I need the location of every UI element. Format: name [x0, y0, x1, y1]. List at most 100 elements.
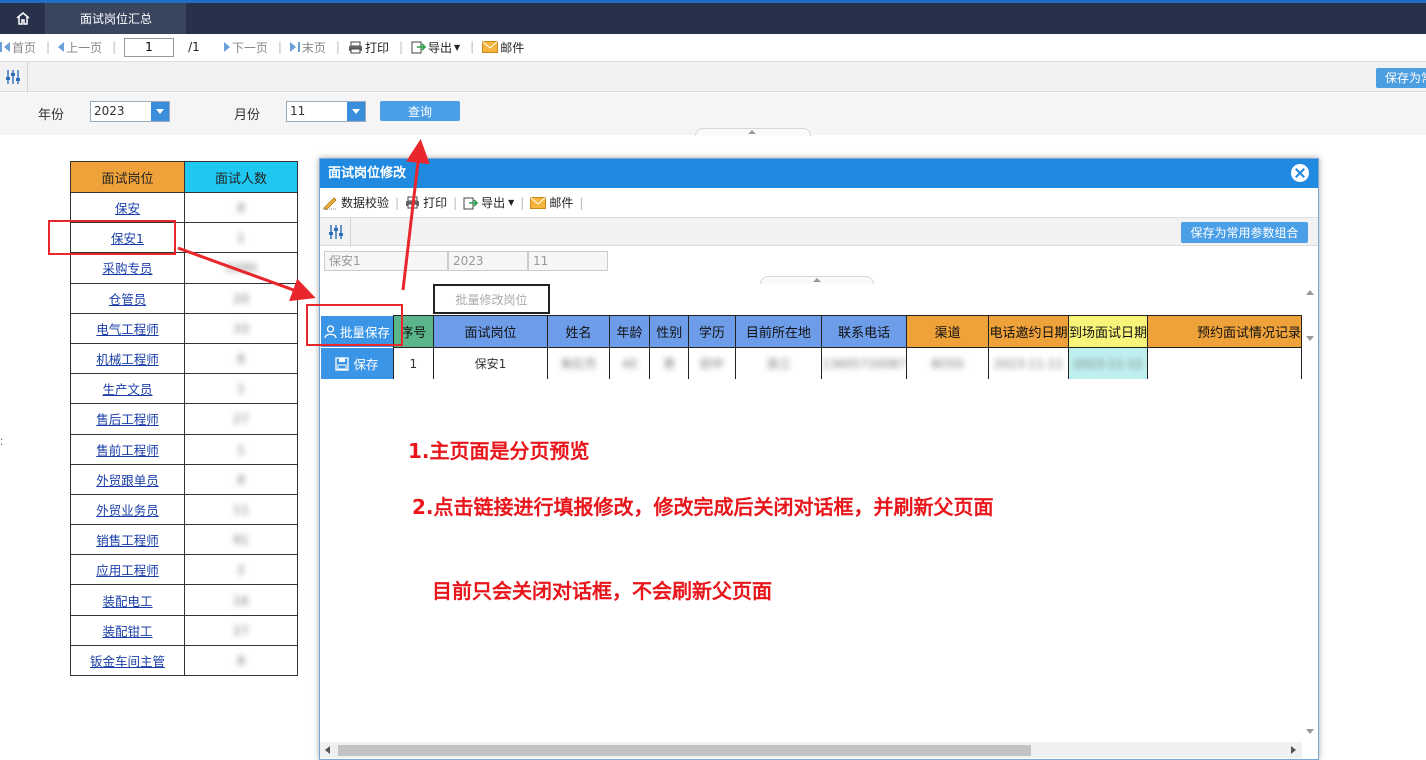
year-select[interactable]: 2023	[90, 101, 170, 122]
position-link[interactable]: 保安	[115, 201, 140, 216]
batch-change-position-button[interactable]: 批量修改岗位	[433, 284, 550, 314]
data-grid: 序号 面试岗位 姓名 年龄 性别 学历 目前所在地 联系电话 渠道 电话邀约日期 到场面试日期 预约面…	[393, 315, 1302, 379]
count-cell: 8	[184, 644, 298, 677]
annotation-line-1: 1.主页面是分页预览	[408, 439, 590, 463]
first-page-icon	[0, 42, 2, 52]
grid-cell[interactable]: 13605720087	[821, 347, 908, 379]
print-button[interactable]: 打印	[348, 39, 389, 56]
position-link[interactable]: 外贸业务员	[96, 503, 159, 518]
count-value: 8	[237, 351, 245, 367]
month-select[interactable]: 11	[286, 101, 366, 122]
chevron-down-icon[interactable]	[151, 102, 169, 121]
position-cell: 售前工程师	[70, 433, 185, 465]
count-value: 1	[237, 230, 245, 246]
dialog-print-button[interactable]: 打印	[405, 194, 447, 211]
position-link[interactable]: 钣金车间主管	[90, 654, 165, 669]
grid-cell[interactable]: 2023-11-11	[988, 347, 1070, 379]
query-button[interactable]: 查询	[380, 101, 460, 121]
first-page-button[interactable]: 首页	[0, 39, 36, 56]
print-label: 打印	[364, 40, 389, 55]
position-link[interactable]: 销售工程师	[96, 533, 159, 548]
prev-page-button[interactable]: 上一页	[58, 39, 102, 56]
param-month: 11	[528, 251, 608, 271]
year-value: 2023	[94, 104, 125, 118]
col-header-position: 面试岗位	[70, 161, 185, 193]
count-cell: 8	[184, 342, 298, 375]
count-value: 11	[233, 501, 249, 517]
table-row: 售后工程师 27	[70, 403, 298, 435]
validate-button[interactable]: 数据校验	[322, 194, 389, 211]
export-button[interactable]: 导出 ▼	[411, 39, 460, 56]
grid-cell-value: BOSS	[931, 356, 964, 371]
grid-cell[interactable]: 朱红杰	[547, 347, 610, 379]
count-value: 8	[237, 652, 245, 668]
count-value: 8	[237, 200, 245, 216]
grid-cell[interactable]: 40	[608, 347, 651, 379]
grid-cell[interactable]: BOSS	[906, 347, 990, 379]
position-cell: 外贸跟单员	[70, 463, 185, 495]
page-number-input[interactable]	[124, 37, 175, 57]
count-cell: 27	[184, 614, 298, 646]
count-cell: 1	[184, 222, 298, 254]
position-cell: 机械工程师	[70, 342, 185, 375]
table-row: 装配钳工 27	[70, 614, 298, 646]
dialog-collapse-handle[interactable]	[760, 276, 874, 284]
table-row: 机械工程师 8	[70, 342, 298, 375]
printer-icon	[348, 41, 362, 53]
table-row: 仓管员 20	[70, 282, 298, 314]
grid-cell[interactable]: 2023-11-12	[1068, 347, 1149, 379]
last-page-button[interactable]: 末页	[289, 39, 326, 56]
edge-handle: · ·	[0, 435, 4, 451]
mail-button[interactable]: 邮件	[482, 39, 524, 56]
row-save-button[interactable]: 保存	[321, 348, 393, 379]
dialog-mail-button[interactable]: 邮件	[530, 194, 573, 211]
count-cell: 91	[184, 524, 298, 556]
settings-slider-icon[interactable]	[327, 223, 345, 241]
tab-interview-summary[interactable]: 面试岗位汇总	[46, 3, 186, 34]
settings-slider-icon[interactable]	[4, 68, 22, 86]
count-value: 5090	[225, 260, 257, 276]
prev-page-icon	[58, 42, 65, 52]
count-cell: 27	[184, 403, 298, 435]
chevron-down-icon[interactable]	[347, 102, 365, 121]
count-cell: 11	[184, 493, 298, 526]
pager-toolbar: 首页 | 上一页 | /1 下一页 | 末页 | 打印 | 导出 ▼ | 邮件	[0, 34, 1426, 60]
grid-cell[interactable]: 初中	[688, 347, 736, 379]
grid-cell[interactable]: 男	[649, 347, 690, 379]
position-link[interactable]: 电气工程师	[96, 322, 159, 337]
table-row: 采购专员 5090	[70, 252, 298, 284]
save-param-combo-button[interactable]: 保存为常	[1376, 68, 1426, 88]
position-link[interactable]: 售前工程师	[96, 443, 159, 458]
horizontal-scrollbar[interactable]	[320, 742, 1302, 758]
position-link[interactable]: 采购专员	[102, 261, 152, 276]
position-link[interactable]: 机械工程师	[96, 352, 159, 367]
table-row: 外贸业务员 11	[70, 493, 298, 526]
grid-cell: 1	[393, 347, 434, 379]
dialog-param-toolbar: 保存为常用参数组合	[320, 217, 1318, 247]
dialog-export-button[interactable]: 导出 ▼	[463, 194, 514, 211]
position-link[interactable]: 仓管员	[109, 292, 147, 307]
count-cell: 20	[184, 282, 298, 314]
table-row: 售前工程师 1	[70, 433, 298, 465]
scrollbar-thumb[interactable]	[338, 745, 1031, 756]
table-row: 应用工程师 2	[70, 554, 298, 586]
grid-header-cell: 面试岗位	[432, 315, 549, 348]
position-link[interactable]: 售后工程师	[96, 412, 159, 427]
grid-cell[interactable]	[1147, 347, 1302, 379]
first-page-label: 首页	[12, 40, 37, 55]
grid-cell[interactable]: 浙江	[734, 347, 823, 379]
home-button[interactable]	[0, 3, 46, 34]
grid-header-cell: 姓名	[547, 315, 610, 348]
close-icon[interactable]	[1291, 164, 1309, 182]
dialog-save-param-combo-button[interactable]: 保存为常用参数组合	[1181, 222, 1308, 243]
count-cell: 16	[184, 584, 298, 616]
position-link[interactable]: 生产文员	[102, 382, 152, 397]
position-link[interactable]: 应用工程师	[96, 563, 159, 578]
vertical-scrollbar[interactable]	[1302, 284, 1317, 741]
position-link[interactable]: 装配钳工	[102, 624, 152, 639]
grid-cell-value: 40	[621, 356, 638, 371]
next-page-button[interactable]: 下一页	[223, 39, 268, 56]
collapse-params-handle[interactable]	[695, 128, 811, 136]
position-link[interactable]: 外贸跟单员	[96, 473, 159, 488]
position-link[interactable]: 装配电工	[102, 594, 152, 609]
